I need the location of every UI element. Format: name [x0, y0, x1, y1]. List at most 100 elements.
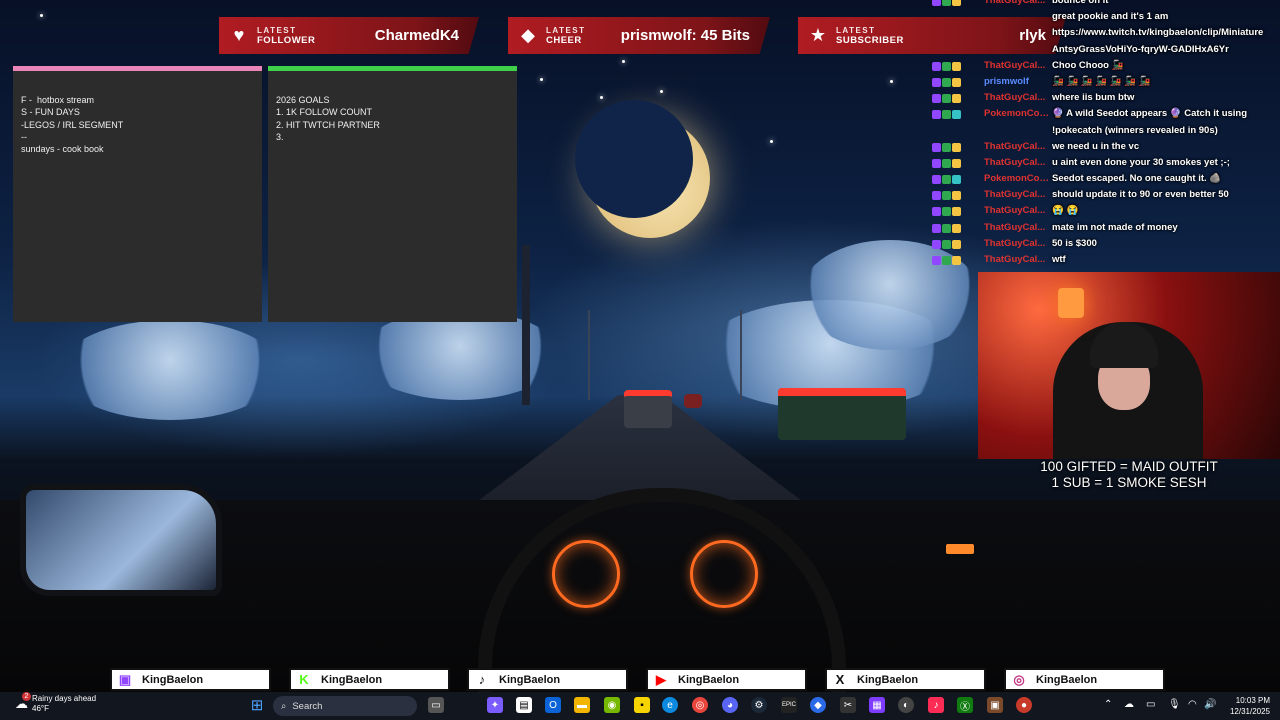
app-icon[interactable]: ●: [1016, 697, 1032, 713]
chat-message: PokemonCom... Seedot escaped. No one caug…: [932, 173, 1280, 189]
wifi-icon[interactable]: ◠: [1188, 699, 1197, 710]
chat-text: AntsyGrassVoHiYo-fqryW-GADIHxA6Yr: [1052, 43, 1229, 55]
weather-forecast: Rainy days ahead: [32, 694, 97, 703]
lamp-post: [588, 310, 590, 400]
star: [622, 60, 625, 63]
chat-badges: [932, 125, 1052, 127]
lamp-post: [740, 310, 742, 400]
epic-games-icon[interactable]: EPIC: [781, 697, 797, 713]
latest-follower-alert: ♥ LATEST FOLLOWER CharmedK4: [219, 17, 479, 54]
steam-icon[interactable]: ⚙: [751, 697, 767, 713]
chat-badge-icon: [952, 191, 961, 201]
cloud: [60, 320, 280, 420]
social-link-twitch: ▣ KingBaelon: [110, 668, 271, 691]
latest-follower-name: CharmedK4: [374, 27, 459, 44]
alert-label-line1: LATEST: [836, 25, 876, 35]
terminal-icon[interactable]: ▤: [516, 697, 532, 713]
windows-start-icon[interactable]: ⊞: [249, 697, 265, 714]
chat-badges: [932, 141, 984, 152]
chat-text: great pookie and it's 1 am: [1052, 11, 1169, 23]
chat-username: ThatGuyCal...: [984, 237, 1046, 249]
battery-icon[interactable]: ▭: [1146, 699, 1155, 710]
x-icon: X: [835, 672, 845, 687]
social-link-x: X KingBaelon: [825, 668, 986, 691]
discord-icon[interactable]: ◕: [722, 697, 738, 713]
search-icon: ⌕: [281, 700, 287, 712]
chat-badge-icon: [952, 142, 961, 152]
kick-icon: K: [299, 672, 309, 687]
chat-badges: [932, 27, 1052, 29]
schedule-note-text: F - hotbox stream S - FUN DAYS -LEGOS / …: [21, 95, 124, 155]
lamp: [1058, 288, 1084, 318]
star-icon: ★: [809, 25, 827, 45]
chat-message: ThatGuyCal... 50 is $300: [932, 238, 1280, 254]
chat-badges: [932, 0, 984, 6]
chat-badges: [932, 189, 984, 201]
outlook-icon[interactable]: O: [545, 697, 561, 713]
chat-badge-icon: [942, 61, 951, 71]
chat-message: ThatGuyCal... wtf: [932, 254, 1280, 270]
file-explorer-icon[interactable]: ▬: [574, 697, 590, 713]
speaker-icon[interactable]: 🔊: [1204, 699, 1216, 710]
chat-badge-icon: [952, 77, 961, 87]
car: [684, 394, 702, 408]
sticky-notes-icon[interactable]: ▪: [634, 697, 650, 713]
app-icon[interactable]: ▦: [869, 697, 885, 713]
chevron-up-icon[interactable]: ⌃: [1104, 699, 1112, 710]
youtube-icon: ▶: [656, 671, 666, 687]
chrome-icon[interactable]: ◎: [692, 697, 708, 713]
chat-badges: [932, 11, 1052, 13]
sub-goals: 100 GIFTED = MAID OUTFIT 1 SUB = 1 SMOKE…: [978, 459, 1280, 491]
chat-username: PokemonCom...: [984, 108, 1052, 120]
chat-badges: [932, 44, 1052, 46]
edge-icon[interactable]: e: [662, 697, 678, 713]
star: [660, 90, 663, 93]
tiktok-live-icon[interactable]: ♪: [928, 697, 944, 713]
obs-icon[interactable]: ◐: [898, 697, 914, 713]
chat-badge-icon: [952, 223, 961, 233]
chat-badge-icon: [942, 207, 951, 217]
goals-note-text: 2026 GOALS 1. 1K FOLLOW COUNT 2. HIT TWT…: [276, 95, 380, 142]
copilot-icon[interactable]: ✦: [487, 697, 503, 713]
chat-badge-icon: [932, 110, 941, 120]
microphone-icon[interactable]: 🎙: [1168, 699, 1181, 710]
weather-widget[interactable]: ☁ 2 Rainy days ahead 46°F: [15, 692, 97, 714]
chat-badges: [932, 222, 984, 233]
latest-cheer-alert: ◆ LATEST CHEER prismwolf: 45 Bits: [508, 17, 770, 54]
onedrive-icon[interactable]: ☁: [1124, 699, 1134, 710]
chat-badges: [932, 157, 984, 168]
task-view-icon[interactable]: ▭: [428, 697, 444, 713]
chat-badge-icon: [942, 239, 951, 249]
nvidia-icon[interactable]: ◉: [604, 697, 620, 713]
heart-icon: ♥: [233, 25, 245, 45]
chat-badges: [932, 173, 984, 185]
dash-light: [946, 544, 974, 554]
chat-text: should update it to 90 or even better 50: [1052, 189, 1229, 201]
chat-badge-icon: [952, 94, 961, 104]
clock-date: 12/31/2025: [1229, 707, 1270, 716]
car: [778, 388, 906, 440]
chat-text: https://www.twitch.tv/kingbaelon/clip/Mi…: [1052, 27, 1264, 39]
chat-username: ThatGuyCal...: [984, 59, 1046, 71]
app-icon[interactable]: ▣: [987, 697, 1003, 713]
xbox-icon[interactable]: Ⓧ: [957, 697, 973, 713]
weather-temperature: 46°F: [32, 704, 49, 713]
battle-net-icon[interactable]: ◆: [810, 697, 826, 713]
taskbar-search[interactable]: ⌕ Search: [273, 696, 417, 716]
chat-message: ThatGuyCal... bounce on it: [932, 0, 1280, 11]
chat-username: ThatGuyCal...: [984, 205, 1046, 217]
social-handle: KingBaelon: [142, 673, 204, 686]
chat-text: u aint even done your 30 smokes yet ;-;: [1052, 156, 1230, 168]
alert-label-line1: LATEST: [546, 25, 586, 35]
taskbar-clock[interactable]: 10:03 PM 12/31/2025: [1222, 695, 1270, 717]
search-placeholder: Search: [292, 700, 323, 712]
chat-badge-icon: [942, 191, 951, 201]
chat-badge-icon: [942, 110, 951, 120]
latest-cheer-value: prismwolf: 45 Bits: [620, 27, 750, 44]
alert-label: LATEST FOLLOWER: [257, 26, 315, 46]
social-handle: KingBaelon: [1036, 673, 1098, 686]
capcut-icon[interactable]: ✂: [840, 697, 856, 713]
chat-text: where iis bum btw: [1052, 92, 1135, 104]
chat-text: 🔮 A wild Seedot appears 🔮 Catch it using: [1052, 108, 1248, 120]
chat-text: 50 is $300: [1052, 237, 1097, 249]
